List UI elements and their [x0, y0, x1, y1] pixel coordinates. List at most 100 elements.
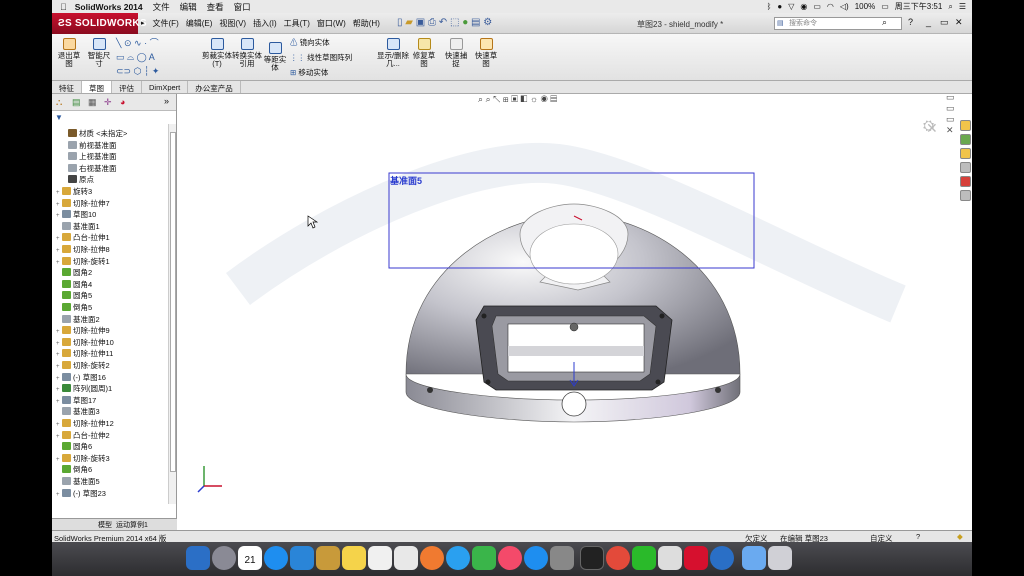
rebuild-status-icon[interactable]: ◆ — [957, 532, 963, 541]
wifi-icon[interactable]: ◠ — [827, 2, 834, 11]
quick-sketch-button[interactable]: 快速草图 — [472, 38, 500, 68]
tree-item[interactable]: + 草图17 — [56, 395, 96, 406]
solidworks-logo[interactable]: ƧS SOLIDWORKS — [52, 12, 147, 34]
view-palette-icon[interactable] — [960, 162, 971, 173]
sw-menu-view[interactable]: 视图(V) — [219, 18, 246, 29]
tree-item[interactable]: + (-) 草图16 — [56, 372, 106, 383]
property-manager-tab-icon[interactable]: ▤ — [72, 97, 81, 108]
maps-icon[interactable] — [394, 546, 418, 570]
trim-entities-button[interactable]: 剪裁实体(T) — [202, 38, 232, 68]
calendar-icon[interactable]: 21 — [238, 546, 262, 570]
new-doc-icon[interactable]: ▯ — [397, 17, 403, 28]
select-icon[interactable]: ⬚ — [450, 17, 459, 28]
tree-item[interactable]: + 凸台-拉伸1 — [56, 232, 110, 243]
file-explorer-icon[interactable] — [960, 148, 971, 159]
launchpad-icon[interactable] — [212, 546, 236, 570]
tree-item[interactable]: + 切除-旋转1 — [56, 256, 110, 267]
itunes-icon[interactable] — [498, 546, 522, 570]
configuration-tab-icon[interactable]: ▦ — [88, 97, 97, 108]
volume-icon[interactable]: ◁) — [840, 2, 849, 11]
magnifier-icon[interactable]: ⌕ — [882, 17, 887, 28]
polygon-icon[interactable]: ⬡ — [134, 66, 142, 76]
convert-entities-button[interactable]: 转换实体引用 — [232, 38, 262, 68]
dimxpert-tab-icon[interactable]: ✛ — [104, 97, 112, 108]
tab-motion-study[interactable]: 运动算例1 — [116, 520, 148, 530]
print-icon[interactable]: ⎙ — [428, 17, 436, 28]
open-folder-icon[interactable]: ▰ — [405, 17, 413, 28]
tree-item[interactable]: 倒角6 — [56, 464, 92, 475]
appearances-icon[interactable] — [960, 176, 971, 187]
tree-item[interactable]: + 切除-拉伸9 — [56, 325, 110, 336]
trash-icon[interactable] — [768, 546, 792, 570]
solidworks-dock-icon[interactable] — [684, 546, 708, 570]
restore-icon[interactable]: ▭ — [940, 17, 949, 28]
app-store-icon[interactable] — [524, 546, 548, 570]
battery-percent[interactable]: 100% — [855, 2, 875, 11]
file-properties-icon[interactable]: ▤ — [471, 17, 480, 28]
tab-dimxpert[interactable]: DimXpert — [142, 81, 189, 93]
wechat-dock-icon[interactable] — [632, 546, 656, 570]
facetime-icon[interactable] — [472, 546, 496, 570]
repair-sketch-button[interactable]: 修复草图 — [410, 38, 438, 68]
tree-item[interactable]: + 草图10 — [56, 209, 96, 220]
rapid-snap-button[interactable]: 快速捕捉 — [442, 38, 470, 68]
tab-evaluate[interactable]: 评估 — [112, 81, 142, 93]
tree-item[interactable]: + 旋转3 — [56, 186, 92, 197]
mirror-entities-button[interactable]: ⚠ 镜向实体 — [290, 37, 330, 48]
photos-icon[interactable] — [420, 546, 444, 570]
tab-sketch[interactable]: 草图 — [82, 81, 112, 93]
tree-item[interactable]: 圆角6 — [56, 441, 92, 452]
text-icon[interactable]: A — [149, 52, 155, 62]
tree-item[interactable]: + 切除-旋转2 — [56, 360, 110, 371]
arc-icon[interactable]: ⌓ — [127, 52, 134, 62]
line-icon[interactable]: ╲ — [116, 38, 121, 48]
tree-item[interactable]: 圆角4 — [56, 279, 92, 290]
chrome-icon[interactable] — [606, 546, 630, 570]
menu-arrow-icon[interactable]: ▸ — [141, 19, 145, 27]
help-icon[interactable]: ? — [908, 17, 913, 27]
custom-properties-icon[interactable] — [960, 190, 971, 201]
exit-sketch-button[interactable]: 退出草图 — [55, 38, 83, 68]
quicktime-icon[interactable] — [710, 546, 734, 570]
messages-icon[interactable] — [446, 546, 470, 570]
sketch-fillet-icon[interactable]: ⌒ — [150, 38, 159, 48]
tree-scrollbar[interactable] — [168, 124, 176, 504]
display-icon[interactable]: ▭ — [813, 2, 821, 11]
tree-item[interactable]: + 切除-旋转3 — [56, 453, 110, 464]
circle-icon[interactable]: ⊙ — [124, 38, 132, 48]
tree-item[interactable]: 基准面1 — [56, 221, 100, 232]
tab-features[interactable]: 特征 — [52, 81, 82, 93]
tab-model[interactable]: 模型 — [98, 520, 112, 530]
sw-menu-help[interactable]: 帮助(H) — [353, 18, 380, 29]
move-entities-button[interactable]: ⊞ 移动实体 — [290, 67, 328, 78]
point-icon[interactable]: · — [144, 38, 147, 48]
tree-item[interactable]: + 切除-拉伸7 — [56, 198, 110, 209]
spline-icon[interactable]: ∿ — [134, 38, 142, 48]
tree-item[interactable]: 前视基准面 — [62, 140, 117, 151]
sw-menu-edit[interactable]: 编辑(E) — [186, 18, 213, 29]
spotlight-icon[interactable]: ⌕ — [948, 2, 952, 12]
plane-sketch-icon[interactable]: ✦ — [152, 66, 160, 76]
minimize-icon[interactable]: _ — [926, 17, 931, 27]
tree-item[interactable]: 材质 <未指定> — [62, 128, 127, 139]
menu-icon[interactable]: ▽ — [788, 2, 794, 11]
design-library-icon[interactable] — [960, 134, 971, 145]
tree-item[interactable]: + (-) 草图23 — [56, 488, 106, 499]
mac-menu-edit[interactable]: 编辑 — [180, 1, 197, 13]
bottom-hole[interactable] — [561, 391, 587, 417]
tree-item[interactable]: + 切除-拉伸10 — [56, 337, 114, 348]
reminders-icon[interactable] — [368, 546, 392, 570]
clock[interactable]: 周三下午3:51 — [895, 1, 943, 12]
keyboard-app-icon[interactable] — [658, 546, 682, 570]
preview-icon[interactable] — [290, 546, 314, 570]
rectangle-icon[interactable]: ▭ — [116, 52, 125, 62]
mac-menu-view[interactable]: 查看 — [207, 1, 224, 13]
tree-item[interactable]: + 阵列(圆周)1 — [56, 383, 112, 394]
tree-item[interactable]: 基准面3 — [56, 406, 100, 417]
undo-icon[interactable]: ↶ — [439, 17, 447, 28]
tab-office-products[interactable]: 办公室产品 — [188, 81, 241, 93]
battery-icon[interactable]: ▭ — [881, 2, 889, 11]
contacts-icon[interactable] — [316, 546, 340, 570]
filter-icon[interactable]: ▼ — [55, 113, 63, 122]
tree-item[interactable]: 上视基准面 — [62, 151, 117, 162]
